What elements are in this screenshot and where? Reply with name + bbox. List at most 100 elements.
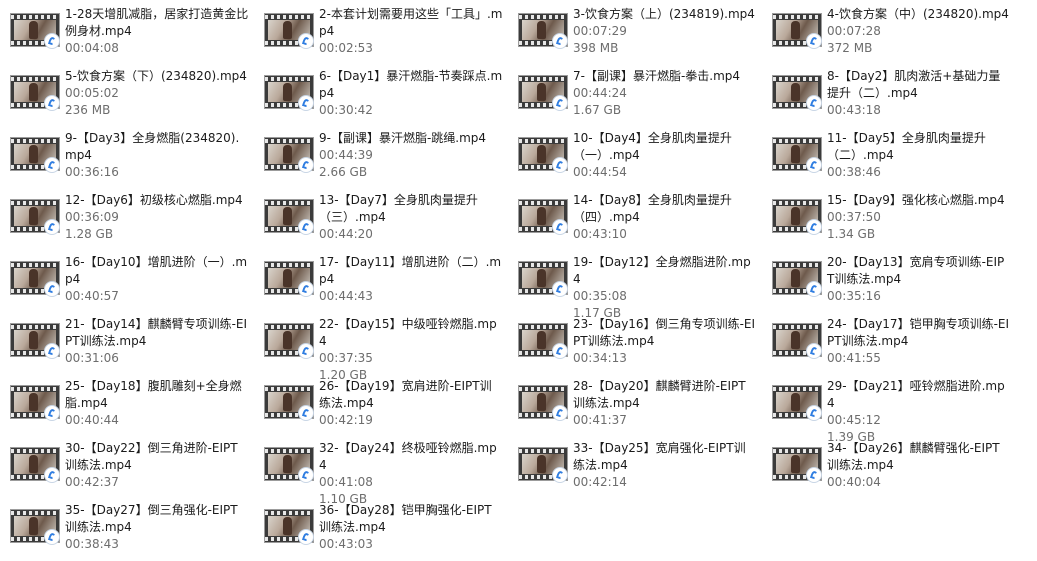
file-duration: 00:35:08 [573,289,627,303]
file-name: 12-【Day6】初级核心燃脂.mp4 [65,193,243,207]
file-item[interactable]: 14-【Day8】全身肌肉量提升（四）.mp4 00:43:10 [508,189,760,249]
file-item[interactable]: 3-饮食方案（上）(234819).mp4 00:07:29 398 MB [508,3,760,63]
file-item[interactable]: 6-【Day1】暴汗燃脂-节奏踩点.mp4 00:30:42 [254,65,506,125]
file-duration: 00:43:10 [573,227,627,241]
file-item[interactable]: 24-【Day17】铠甲胸专项训练-EIPT训练法.mp4 00:41:55 [762,313,1014,373]
file-item[interactable]: 2-本套计划需要用这些「工具」.mp4 00:02:53 [254,3,506,63]
file-name: 5-饮食方案（下）(234820).mp4 [65,69,247,83]
file-item[interactable]: 12-【Day6】初级核心燃脂.mp4 00:36:09 1.28 GB [0,189,252,249]
media-player-icon [298,467,314,483]
file-duration: 00:07:29 [573,24,627,38]
file-name: 15-【Day9】强化核心燃脂.mp4 [827,193,1005,207]
file-item[interactable]: 22-【Day15】中级哑铃燃脂.mp4 00:37:35 1.20 GB [254,313,506,382]
file-item[interactable]: 13-【Day7】全身肌肉量提升（三）.mp4 00:44:20 [254,189,506,249]
file-name: 3-饮食方案（上）(234819).mp4 [573,7,755,21]
file-name: 9-【副课】暴汗燃脂-跳绳.mp4 [319,131,487,145]
file-name: 17-【Day11】增肌进阶（二）.mp4 [319,255,502,286]
file-item[interactable]: 36-【Day28】铠甲胸强化-EIPT训练法.mp4 00:43:03 [254,499,506,559]
file-item[interactable]: 1-28天增肌减脂，居家打造黄金比例身材.mp4 00:04:08 [0,3,252,63]
media-player-icon [298,157,314,173]
file-name: 16-【Day10】增肌进阶（一）.mp4 [65,255,248,286]
file-item[interactable]: 9-【副课】暴汗燃脂-跳绳.mp4 00:44:39 2.66 GB [254,127,506,187]
file-duration: 00:43:18 [827,103,881,117]
file-name: 6-【Day1】暴汗燃脂-节奏踩点.mp4 [319,69,503,100]
file-item[interactable]: 20-【Day13】宽肩专项训练-EIPT训练法.mp4 00:35:16 [762,251,1014,311]
media-player-icon [552,219,568,235]
file-duration: 00:44:43 [319,289,373,303]
file-item[interactable]: 16-【Day10】增肌进阶（一）.mp4 00:40:57 [0,251,252,311]
file-item[interactable]: 19-【Day12】全身燃脂进阶.mp4 00:35:08 1.17 GB [508,251,760,320]
file-duration: 00:41:55 [827,351,881,365]
file-duration: 00:44:54 [573,165,627,179]
file-name: 10-【Day4】全身肌肉量提升（一）.mp4 [573,131,732,162]
file-duration: 00:04:08 [65,41,119,55]
media-player-icon [44,529,60,545]
file-name: 23-【Day16】倒三角专项训练-EIPT训练法.mp4 [573,317,756,348]
file-item[interactable]: 17-【Day11】增肌进阶（二）.mp4 00:44:43 [254,251,506,311]
file-item[interactable]: 7-【副课】暴汗燃脂-拳击.mp4 00:44:24 1.67 GB [508,65,760,125]
file-name: 28-【Day20】麒麟臂进阶-EIPT训练法.mp4 [573,379,746,410]
file-name: 9-【Day3】全身燃脂(234820).mp4 [65,131,240,162]
file-duration: 00:34:13 [573,351,627,365]
file-size: 1.34 GB [827,227,876,241]
media-player-icon [44,219,60,235]
file-duration: 00:36:09 [65,210,119,224]
file-item[interactable]: 4-饮食方案（中）(234820).mp4 00:07:28 372 MB [762,3,1014,63]
media-player-icon [552,405,568,421]
file-name: 14-【Day8】全身肌肉量提升（四）.mp4 [573,193,732,224]
file-name: 29-【Day21】哑铃燃脂进阶.mp4 [827,379,1005,410]
file-item[interactable]: 11-【Day5】全身肌肉量提升（二）.mp4 00:38:46 [762,127,1014,187]
media-player-icon [552,281,568,297]
file-duration: 00:37:50 [827,210,881,224]
file-name: 25-【Day18】腹肌雕刻+全身燃脂.mp4 [65,379,242,410]
file-name: 32-【Day24】终极哑铃燃脂.mp4 [319,441,497,472]
file-item[interactable]: 26-【Day19】宽肩进阶-EIPT训练法.mp4 00:42:19 [254,375,506,435]
media-player-icon [552,343,568,359]
media-player-icon [298,405,314,421]
file-duration: 00:44:39 [319,148,373,162]
media-player-icon [806,467,822,483]
file-item[interactable]: 9-【Day3】全身燃脂(234820).mp4 00:36:16 [0,127,252,187]
media-player-icon [806,343,822,359]
file-item[interactable]: 23-【Day16】倒三角专项训练-EIPT训练法.mp4 00:34:13 [508,313,760,373]
file-name: 33-【Day25】宽肩强化-EIPT训练法.mp4 [573,441,746,472]
file-item[interactable]: 25-【Day18】腹肌雕刻+全身燃脂.mp4 00:40:44 [0,375,252,435]
file-item[interactable]: 15-【Day9】强化核心燃脂.mp4 00:37:50 1.34 GB [762,189,1014,249]
file-item[interactable]: 30-【Day22】倒三角进阶-EIPT训练法.mp4 00:42:37 [0,437,252,497]
file-name: 22-【Day15】中级哑铃燃脂.mp4 [319,317,497,348]
file-item[interactable]: 21-【Day14】麒麟臂专项训练-EIPT训练法.mp4 00:31:06 [0,313,252,373]
file-item[interactable]: 29-【Day21】哑铃燃脂进阶.mp4 00:45:12 1.39 GB [762,375,1014,444]
file-item[interactable]: 10-【Day4】全身肌肉量提升（一）.mp4 00:44:54 [508,127,760,187]
file-name: 2-本套计划需要用这些「工具」.mp4 [319,7,503,38]
file-duration: 00:42:37 [65,475,119,489]
media-player-icon [298,95,314,111]
file-size: 372 MB [827,41,873,55]
file-duration: 00:30:42 [319,103,373,117]
media-player-icon [298,219,314,235]
file-duration: 00:42:19 [319,413,373,427]
file-item[interactable]: 28-【Day20】麒麟臂进阶-EIPT训练法.mp4 00:41:37 [508,375,760,435]
file-item[interactable]: 33-【Day25】宽肩强化-EIPT训练法.mp4 00:42:14 [508,437,760,497]
file-duration: 00:38:46 [827,165,881,179]
media-player-icon [806,95,822,111]
media-player-icon [298,33,314,49]
file-duration: 00:05:02 [65,86,119,100]
file-size: 398 MB [573,41,619,55]
file-item[interactable]: 34-【Day26】麒麟臂强化-EIPT训练法.mp4 00:40:04 [762,437,1014,497]
file-item[interactable]: 5-饮食方案（下）(234820).mp4 00:05:02 236 MB [0,65,252,125]
file-item[interactable]: 8-【Day2】肌肉激活+基础力量提升（二）.mp4 00:43:18 [762,65,1014,125]
file-duration: 00:42:14 [573,475,627,489]
file-duration: 00:31:06 [65,351,119,365]
file-duration: 00:44:20 [319,227,373,241]
file-name: 8-【Day2】肌肉激活+基础力量提升（二）.mp4 [827,69,1001,100]
file-item[interactable]: 32-【Day24】终极哑铃燃脂.mp4 00:41:08 1.10 GB [254,437,506,506]
file-size: 1.28 GB [65,227,114,241]
media-player-icon [44,467,60,483]
media-player-icon [552,157,568,173]
file-duration: 00:37:35 [319,351,373,365]
media-player-icon [552,467,568,483]
media-player-icon [44,157,60,173]
file-item[interactable]: 35-【Day27】倒三角强化-EIPT训练法.mp4 00:38:43 [0,499,252,559]
file-duration: 00:40:44 [65,413,119,427]
file-duration: 00:38:43 [65,537,119,551]
